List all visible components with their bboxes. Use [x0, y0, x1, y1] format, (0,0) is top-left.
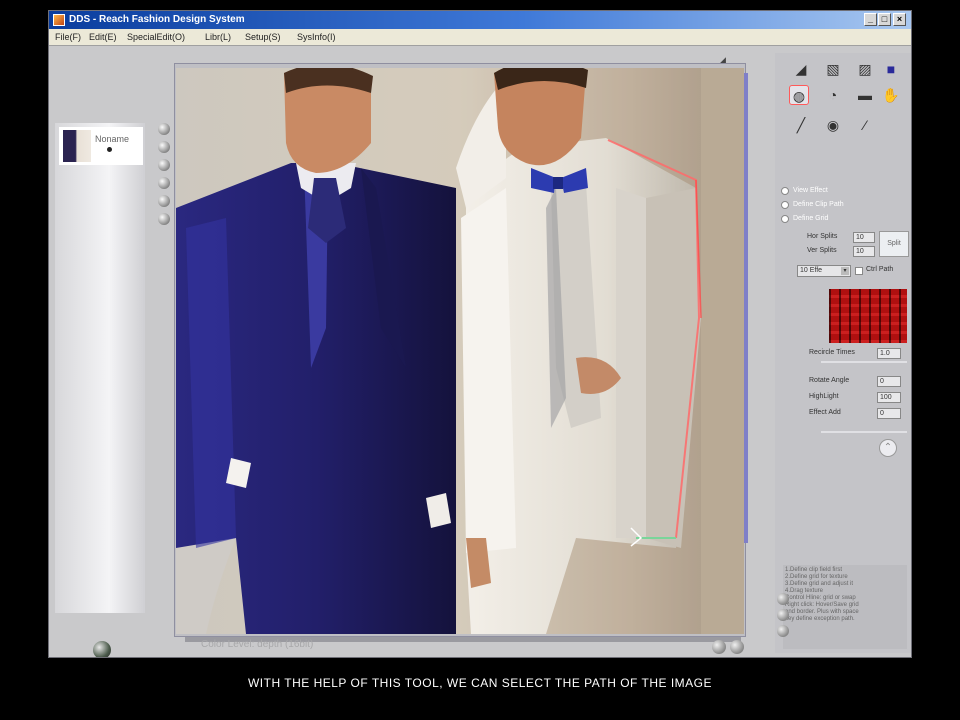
app-window: DDS - Reach Fashion Design System _ □ × … [48, 10, 912, 658]
app-icon [53, 14, 65, 26]
status-button-left[interactable] [712, 640, 726, 654]
title-bar[interactable]: DDS - Reach Fashion Design System _ □ × [49, 11, 911, 29]
status-button-right[interactable] [730, 640, 744, 654]
nav-button-5[interactable] [158, 195, 170, 207]
effect-combo-value: 10 Effe [800, 267, 823, 274]
radio-view-effect[interactable] [781, 187, 789, 195]
rotate-tool-icon[interactable]: ◔ [823, 85, 843, 105]
brush-tool-icon[interactable]: ▧ [823, 59, 843, 79]
hor-splits-input[interactable]: 10 [853, 232, 875, 243]
nav-button-4[interactable] [158, 177, 170, 189]
select-path-tool-icon[interactable]: ◍ [789, 85, 809, 105]
divider [821, 431, 907, 433]
chevron-down-icon[interactable]: ▾ [841, 267, 849, 275]
menu-library[interactable]: Libr(L) [205, 29, 231, 45]
thumbnail-marker [107, 147, 112, 152]
recircle-slider[interactable] [821, 361, 907, 363]
globe-tool-icon[interactable]: ◉ [823, 115, 843, 135]
hor-splits-label: Hor Splits [807, 233, 838, 240]
thumbnail-image [63, 130, 91, 162]
minimize-button[interactable]: _ [864, 13, 877, 26]
image-canvas[interactable] [174, 63, 746, 637]
window-title: DDS - Reach Fashion Design System [69, 14, 245, 25]
scroll-up-button[interactable]: ⌃ [879, 439, 897, 457]
close-button[interactable]: × [893, 13, 906, 26]
option-define-grid-label: Define Grid [793, 215, 829, 222]
rotate-angle-input[interactable]: 0 [877, 376, 901, 387]
hand-tool-icon[interactable]: ✋ [881, 85, 901, 105]
pen-tool-icon[interactable]: ╱ [791, 115, 811, 135]
eyedropper-tool-icon[interactable]: ⁄ [855, 115, 875, 135]
menu-sysinfo[interactable]: SysInfo(I) [297, 29, 336, 45]
fashion-photo[interactable] [176, 68, 744, 634]
option-define-clip-path-label: Define Clip Path [793, 201, 844, 208]
thumbnail-panel: Noname [55, 123, 145, 657]
ver-splits-input[interactable]: 10 [853, 246, 875, 257]
globe-icon[interactable] [93, 641, 111, 657]
thumbnail-label: Noname [95, 134, 130, 144]
palette-tool-icon[interactable]: ■ [881, 59, 901, 79]
option-view-effect-label: View Effect [793, 187, 828, 194]
maximize-button[interactable]: □ [878, 13, 891, 26]
thumbnail-item[interactable]: Noname [59, 127, 143, 165]
highlight-input[interactable]: 100 [877, 392, 901, 403]
ctrl-path-label: Ctrl Path [866, 266, 894, 273]
option-view-effect[interactable]: View Effect [781, 187, 828, 195]
nav-button-1[interactable] [158, 123, 170, 135]
menu-special-edit[interactable]: SpecialEdit(O) [127, 29, 185, 45]
vertical-scrollbar[interactable] [744, 73, 748, 543]
menu-file[interactable]: File(F) [55, 29, 81, 45]
menu-edit[interactable]: Edit(E) [89, 29, 117, 45]
menu-setup[interactable]: Setup(S) [245, 29, 281, 45]
photo-illustration [176, 68, 744, 634]
status-text: Color Level: depth (16bit) [201, 639, 314, 650]
fill-tool-icon[interactable]: ▨ [855, 59, 875, 79]
split-button[interactable]: Split [879, 231, 909, 257]
panel-button-3[interactable] [777, 625, 789, 637]
video-caption: WITH THE HELP OF THIS TOOL, WE CAN SELEC… [247, 676, 713, 690]
ver-splits-label: Ver Splits [807, 247, 837, 254]
effect-combo[interactable]: 10 Effe ▾ [797, 265, 851, 277]
highlight-label: HighLight [809, 393, 839, 400]
panel-button-1[interactable] [777, 593, 789, 605]
rotate-angle-label: Rotate Angle [809, 377, 850, 384]
effect-add-label: Effect Add [809, 409, 841, 416]
ctrl-path-checkbox[interactable] [855, 267, 863, 275]
radio-define-grid[interactable] [781, 215, 789, 223]
nav-button-3[interactable] [158, 159, 170, 171]
instructions-text: 1.Define clip field first 2.Define grid … [783, 565, 907, 649]
option-define-grid[interactable]: Define Grid [781, 215, 829, 223]
panel-button-2[interactable] [777, 609, 789, 621]
option-define-clip-path[interactable]: Define Clip Path [781, 201, 844, 209]
menu-bar: File(F) Edit(E) SpecialEdit(O) Libr(L) S… [49, 29, 911, 46]
tool-panel: ◢ ▧ ▨ ■ ◍ ◔ ▬ ✋ ╱ ◉ ⁄ View Effect Define… [775, 53, 911, 653]
gradient-tool-icon[interactable]: ◢ [791, 59, 811, 79]
nav-button-6[interactable] [158, 213, 170, 225]
radio-define-clip-path[interactable] [781, 201, 789, 209]
nav-button-2[interactable] [158, 141, 170, 153]
recircle-label: Recircle Times [809, 349, 855, 356]
recircle-input[interactable]: 1.0 [877, 348, 901, 359]
texture-swatch[interactable] [829, 289, 907, 343]
eraser-tool-icon[interactable]: ▬ [855, 85, 875, 105]
effect-add-input[interactable]: 0 [877, 408, 901, 419]
